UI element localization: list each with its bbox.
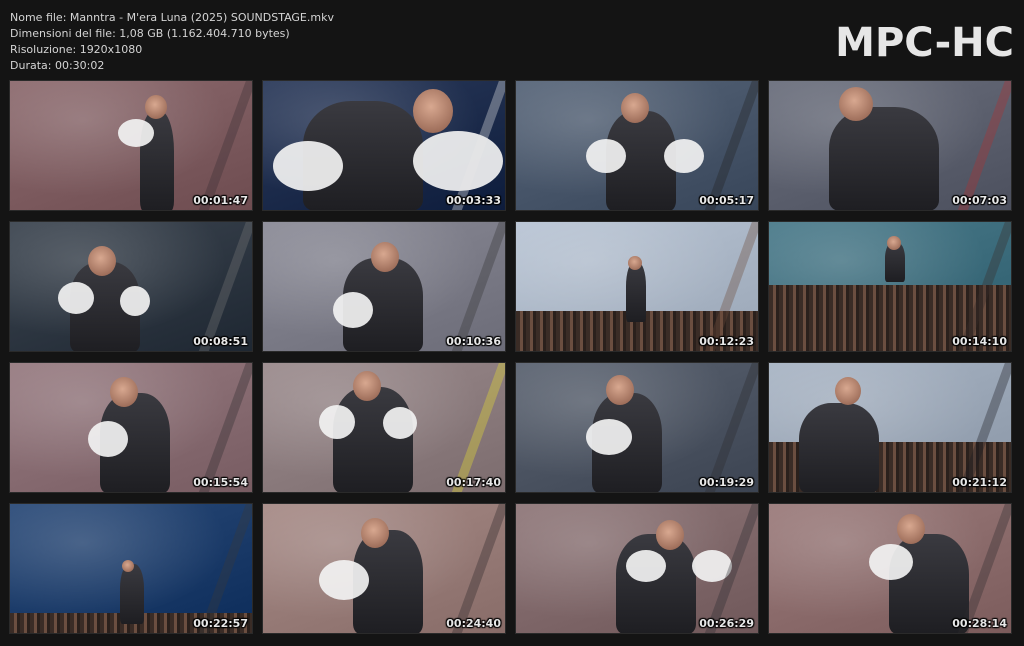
thumbnail-timestamp: 00:08:51 — [193, 335, 248, 348]
fur-collar — [586, 419, 632, 455]
fur-collar — [88, 421, 128, 457]
performer-head — [897, 514, 925, 544]
fur-collar — [626, 550, 666, 582]
performer-head — [122, 560, 134, 572]
performer-head — [839, 87, 873, 121]
video-thumbnail[interactable]: 00:12:23 — [515, 221, 759, 352]
fur-collar — [383, 407, 417, 439]
fur-collar — [664, 139, 704, 173]
video-thumbnail[interactable]: 00:14:10 — [768, 221, 1012, 352]
video-thumbnail[interactable]: 00:03:33 — [262, 80, 506, 211]
fur-collar — [869, 544, 913, 580]
thumbnail-timestamp: 00:26:29 — [699, 617, 754, 630]
performer-head — [353, 371, 381, 401]
video-thumbnail[interactable]: 00:21:12 — [768, 362, 1012, 493]
fur-collar — [120, 286, 150, 316]
performer-body — [799, 403, 879, 492]
performer-head — [110, 377, 138, 407]
performer-head — [887, 236, 901, 250]
thumbnail-timestamp: 00:14:10 — [952, 335, 1007, 348]
performer-body — [829, 107, 939, 210]
fur-collar — [118, 119, 154, 147]
file-name: Nome file: Manntra - M'era Luna (2025) S… — [10, 11, 334, 24]
performer-head — [835, 377, 861, 405]
performer-head — [621, 93, 649, 123]
video-thumbnail[interactable]: 00:26:29 — [515, 503, 759, 634]
fur-collar — [333, 292, 373, 328]
thumbnail-timestamp: 00:07:03 — [952, 194, 1007, 207]
performer-body — [333, 387, 413, 492]
video-thumbnail[interactable]: 00:28:14 — [768, 503, 1012, 634]
performer-head — [88, 246, 116, 276]
performer-head — [413, 89, 453, 133]
performer-body — [120, 564, 144, 624]
thumbnail-timestamp: 00:03:33 — [446, 194, 501, 207]
thumbnail-timestamp: 00:22:57 — [193, 617, 248, 630]
performer-head — [628, 256, 642, 270]
video-thumbnail[interactable]: 00:17:40 — [262, 362, 506, 493]
thumbnail-timestamp: 00:05:17 — [699, 194, 754, 207]
thumbnail-grid: 00:01:47 00:03:33 00:05:17 00:07:03 00:08:51… — [9, 80, 1013, 634]
video-thumbnail[interactable]: 00:22:57 — [9, 503, 253, 634]
fur-collar — [319, 560, 369, 600]
video-thumbnail[interactable]: 00:05:17 — [515, 80, 759, 211]
thumbnail-timestamp: 00:21:12 — [952, 476, 1007, 489]
video-duration: Durata: 00:30:02 — [10, 59, 105, 72]
video-thumbnail[interactable]: 00:19:29 — [515, 362, 759, 493]
fur-collar — [319, 405, 355, 439]
performer-head — [656, 520, 684, 550]
thumbnail-timestamp: 00:28:14 — [952, 617, 1007, 630]
thumbnail-timestamp: 00:10:36 — [446, 335, 501, 348]
thumbnail-timestamp: 00:01:47 — [193, 194, 248, 207]
performer-body — [626, 262, 646, 322]
performer-body — [616, 534, 696, 633]
fur-collar — [413, 131, 503, 191]
performer-head — [371, 242, 399, 272]
thumbnail-timestamp: 00:17:40 — [446, 476, 501, 489]
fur-collar — [273, 141, 343, 191]
thumbnail-timestamp: 00:19:29 — [699, 476, 754, 489]
video-resolution: Risoluzione: 1920x1080 — [10, 43, 143, 56]
fur-collar — [586, 139, 626, 173]
file-info: Nome file: Manntra - M'era Luna (2025) S… — [10, 10, 334, 74]
video-thumbnail[interactable]: 00:24:40 — [262, 503, 506, 634]
performer-head — [145, 95, 167, 119]
mpc-hc-logo: MPC-HC — [835, 20, 1014, 66]
video-thumbnail[interactable]: 00:15:54 — [9, 362, 253, 493]
thumbnail-timestamp: 00:15:54 — [193, 476, 248, 489]
fur-collar — [58, 282, 94, 314]
file-size: Dimensioni del file: 1,08 GB (1.162.404.… — [10, 27, 290, 40]
video-thumbnail[interactable]: 00:08:51 — [9, 221, 253, 352]
video-thumbnail[interactable]: 00:01:47 — [9, 80, 253, 211]
video-thumbnail[interactable]: 00:10:36 — [262, 221, 506, 352]
performer-head — [361, 518, 389, 548]
video-thumbnail[interactable]: 00:07:03 — [768, 80, 1012, 211]
thumbnail-timestamp: 00:24:40 — [446, 617, 501, 630]
thumbnail-timestamp: 00:12:23 — [699, 335, 754, 348]
performer-head — [606, 375, 634, 405]
